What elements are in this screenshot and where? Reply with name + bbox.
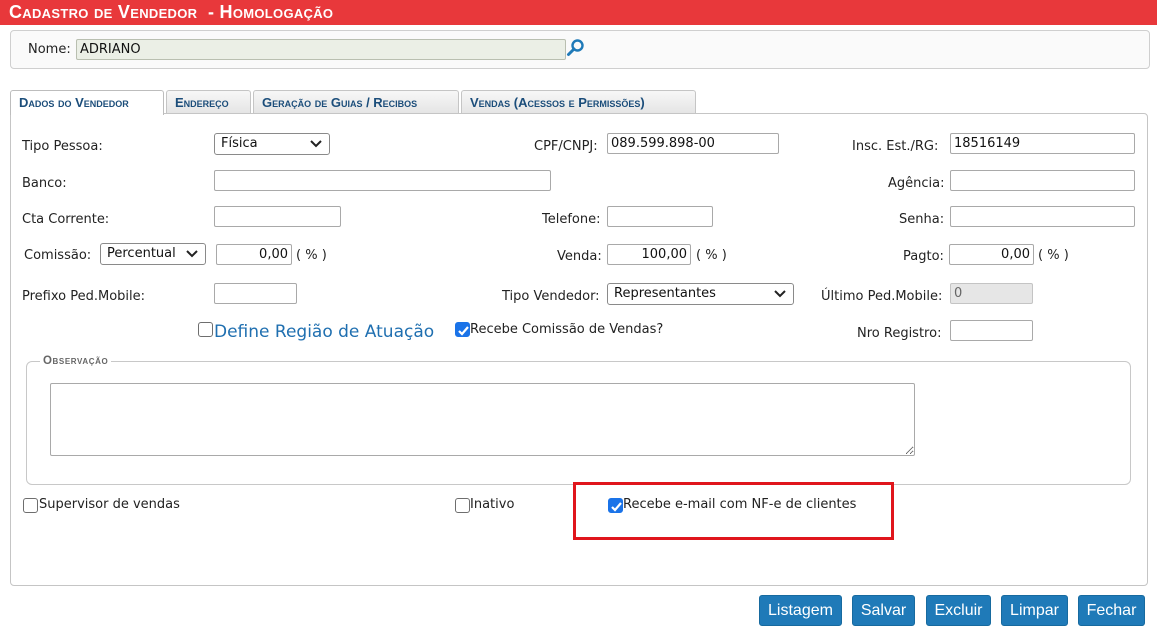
tab-vendas-acessos[interactable]: Vendas (Acessos e Permissões) bbox=[461, 90, 696, 114]
pagto-unit: ( % ) bbox=[1038, 248, 1069, 263]
tab-geracao-guias[interactable]: Geração de Guias / Recibos bbox=[253, 90, 459, 114]
cta-corrente-input[interactable] bbox=[214, 206, 341, 227]
supervisor-label: Supervisor de vendas bbox=[39, 497, 180, 512]
tipo-pessoa-value: Física bbox=[221, 136, 258, 151]
tipo-vendedor-select[interactable]: Representantes bbox=[607, 283, 794, 305]
cpf-label: CPF/CNPJ: bbox=[534, 139, 598, 154]
tipo-vendedor-label: Tipo Vendedor: bbox=[502, 289, 600, 304]
telefone-label: Telefone: bbox=[542, 212, 601, 227]
salvar-button[interactable]: Salvar bbox=[852, 595, 915, 626]
inativo-checkbox[interactable] bbox=[455, 498, 470, 513]
recebe-comissao-label: Recebe Comissão de Vendas? bbox=[470, 322, 664, 337]
chevron-down-icon bbox=[186, 250, 198, 258]
supervisor-checkbox[interactable] bbox=[23, 498, 38, 513]
limpar-button[interactable]: Limpar bbox=[1001, 595, 1068, 626]
comissao-input[interactable] bbox=[216, 244, 292, 265]
comissao-type-select[interactable]: Percentual bbox=[100, 243, 206, 265]
window-title: Cadastro de Vendedor - Homologação bbox=[0, 0, 1157, 25]
define-regiao-link[interactable]: Define Região de Atuação bbox=[214, 322, 434, 342]
observacao-textarea[interactable] bbox=[50, 383, 915, 456]
pagto-input[interactable] bbox=[949, 244, 1034, 265]
cta-corrente-label: Cta Corrente: bbox=[22, 212, 110, 227]
telefone-input[interactable] bbox=[607, 206, 713, 227]
senha-label: Senha: bbox=[899, 212, 945, 227]
tab-dados-vendedor[interactable]: Dados do Vendedor bbox=[10, 90, 164, 115]
comissao-type-value: Percentual bbox=[107, 246, 176, 261]
magnifier-icon[interactable] bbox=[566, 38, 586, 58]
excluir-button[interactable]: Excluir bbox=[926, 595, 991, 626]
tipo-pessoa-select[interactable]: Física bbox=[214, 133, 330, 155]
banco-label: Banco: bbox=[22, 176, 67, 191]
ultimo-ped-label: Último Ped.Mobile: bbox=[821, 289, 943, 304]
pagto-label: Pagto: bbox=[903, 249, 944, 264]
listagem-button[interactable]: Listagem bbox=[759, 595, 842, 626]
tab-endereco[interactable]: Endereço bbox=[166, 90, 251, 114]
tipo-pessoa-label: Tipo Pessoa: bbox=[22, 139, 103, 154]
insc-label: Insc. Est./RG: bbox=[852, 139, 939, 154]
venda-label: Venda: bbox=[557, 249, 602, 264]
chevron-down-icon bbox=[774, 290, 786, 298]
agencia-input[interactable] bbox=[950, 170, 1135, 191]
fechar-button[interactable]: Fechar bbox=[1078, 595, 1145, 626]
prefixo-input[interactable] bbox=[214, 283, 297, 304]
banco-input[interactable] bbox=[214, 170, 551, 191]
name-label: Nome: bbox=[28, 42, 71, 57]
venda-unit: ( % ) bbox=[696, 248, 727, 263]
inativo-label: Inativo bbox=[470, 497, 515, 512]
checkmark-icon bbox=[458, 326, 469, 336]
cpf-input[interactable] bbox=[607, 133, 779, 154]
define-regiao-checkbox[interactable] bbox=[198, 322, 213, 337]
nro-registro-label: Nro Registro: bbox=[857, 326, 942, 341]
comissao-label: Comissão: bbox=[24, 248, 92, 263]
insc-input[interactable] bbox=[950, 133, 1135, 154]
nro-registro-input[interactable] bbox=[950, 320, 1033, 341]
comissao-unit: ( % ) bbox=[296, 248, 327, 263]
observacao-legend: Observação bbox=[40, 355, 112, 367]
recebe-comissao-checkbox[interactable] bbox=[455, 322, 470, 337]
chevron-down-icon bbox=[310, 140, 322, 148]
ultimo-ped-input bbox=[950, 283, 1033, 304]
name-input[interactable] bbox=[76, 39, 566, 60]
venda-input[interactable] bbox=[607, 244, 691, 265]
tipo-vendedor-value: Representantes bbox=[614, 286, 716, 301]
agencia-label: Agência: bbox=[888, 176, 945, 191]
senha-input[interactable] bbox=[950, 206, 1135, 227]
prefixo-label: Prefixo Ped.Mobile: bbox=[22, 289, 146, 304]
highlight-box bbox=[573, 482, 894, 540]
